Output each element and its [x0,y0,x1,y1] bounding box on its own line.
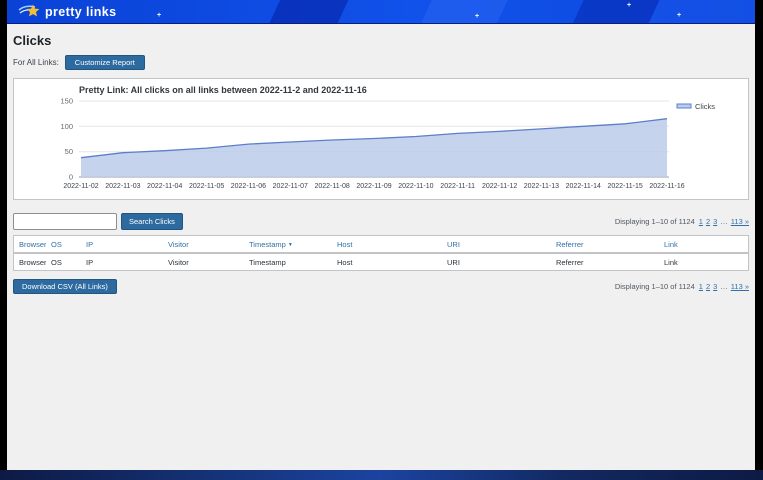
column-header-link[interactable]: Link [659,240,748,249]
footer-column-browser: Browser [14,258,46,267]
svg-text:2022-11-06: 2022-11-06 [231,183,266,190]
column-header-os[interactable]: OS [46,240,81,249]
footer-column-timestamp: Timestamp [244,258,332,267]
svg-text:50: 50 [65,147,73,156]
column-header-referrer[interactable]: Referrer [551,240,659,249]
svg-text:2022-11-11: 2022-11-11 [440,183,475,190]
screen: pretty links + + + + Clicks For All Link… [0,0,763,480]
svg-text:2022-11-14: 2022-11-14 [566,183,601,190]
brand-header: pretty links + + + + [7,0,755,24]
clicks-table: BrowserOSIPVisitorTimestamp▼HostURIRefer… [13,235,749,271]
sparkle-icon: + [157,12,161,19]
brand-name: pretty links [45,5,117,19]
footer-column-visitor: Visitor [163,258,244,267]
admin-page: pretty links + + + + Clicks For All Link… [7,0,755,470]
chart-title: Pretty Link: All clicks on all links bet… [79,85,748,95]
search-input[interactable] [13,213,117,230]
page-ellipsis: … [720,217,728,226]
column-header-host[interactable]: Host [332,240,442,249]
svg-text:2022-11-16: 2022-11-16 [649,183,684,190]
footer-column-link: Link [659,258,748,267]
svg-text:2022-11-03: 2022-11-03 [105,183,140,190]
column-header-browser[interactable]: Browser [14,240,46,249]
star-swoosh-icon [18,3,42,20]
window-bottom-strip [0,470,763,480]
svg-text:150: 150 [60,97,73,106]
pagination-top: Displaying 1–10 of 1124 123…113 » [615,217,749,226]
svg-text:100: 100 [60,122,73,131]
for-all-links-label: For All Links: [13,58,59,67]
footer-column-os: OS [46,258,81,267]
svg-text:2022-11-12: 2022-11-12 [482,183,517,190]
page-link-2[interactable]: 2 [706,282,710,291]
page-link-3[interactable]: 3 [713,217,717,226]
sparkle-icon: + [627,2,631,9]
page-link-last[interactable]: 113 » [731,282,749,291]
footer-column-ip: IP [81,258,163,267]
page-link-1[interactable]: 1 [699,217,703,226]
svg-text:2022-11-09: 2022-11-09 [356,183,391,190]
table-footer-row: BrowserOSIPVisitorTimestampHostURIReferr… [14,253,748,270]
pagination-links: 123…113 » [699,217,749,226]
column-header-visitor[interactable]: Visitor [163,240,244,249]
legend-swatch [677,104,691,108]
svg-text:2022-11-15: 2022-11-15 [607,183,642,190]
table-header-row: BrowserOSIPVisitorTimestamp▼HostURIRefer… [14,236,748,253]
svg-text:2022-11-04: 2022-11-04 [147,183,182,190]
pagination-bottom: Displaying 1–10 of 1124 123…113 » [615,282,749,291]
svg-text:2022-11-10: 2022-11-10 [398,183,433,190]
page-link-1[interactable]: 1 [699,282,703,291]
page-ellipsis: … [720,282,728,291]
svg-text:2022-11-02: 2022-11-02 [63,183,98,190]
sparkle-icon: + [677,12,681,19]
footer-column-uri: URI [442,258,551,267]
customize-report-button[interactable]: Customize Report [65,55,145,70]
svg-text:2022-11-13: 2022-11-13 [524,183,559,190]
column-header-uri[interactable]: URI [442,240,551,249]
download-csv-button[interactable]: Download CSV (All Links) [13,279,117,294]
clicks-chart-panel: Pretty Link: All clicks on all links bet… [13,78,749,200]
sort-desc-icon: ▼ [288,242,293,248]
page-link-3[interactable]: 3 [713,282,717,291]
pagination-summary: Displaying 1–10 of 1124 [615,217,695,226]
pretty-links-logo: pretty links [18,3,117,20]
sparkle-icon: + [475,13,479,20]
clicks-area-chart: 0 50 100 150 2022-11-02 2022-11-03 2022-11-04 2… [14,96,749,196]
footer-column-host: Host [332,258,442,267]
search-clicks-button[interactable]: Search Clicks [121,213,183,230]
svg-text:2022-11-08: 2022-11-08 [314,183,349,190]
page-title: Clicks [13,33,749,48]
legend-label: Clicks [695,102,715,111]
page-link-2[interactable]: 2 [706,217,710,226]
pagination-links: 123…113 » [699,282,749,291]
svg-text:2022-11-05: 2022-11-05 [189,183,224,190]
svg-text:2022-11-07: 2022-11-07 [273,183,308,190]
page-link-last[interactable]: 113 » [731,217,749,226]
column-header-timestamp[interactable]: Timestamp▼ [244,240,332,249]
footer-column-referrer: Referrer [551,258,659,267]
pagination-summary: Displaying 1–10 of 1124 [615,282,695,291]
svg-text:0: 0 [69,173,73,182]
column-header-ip[interactable]: IP [81,240,163,249]
